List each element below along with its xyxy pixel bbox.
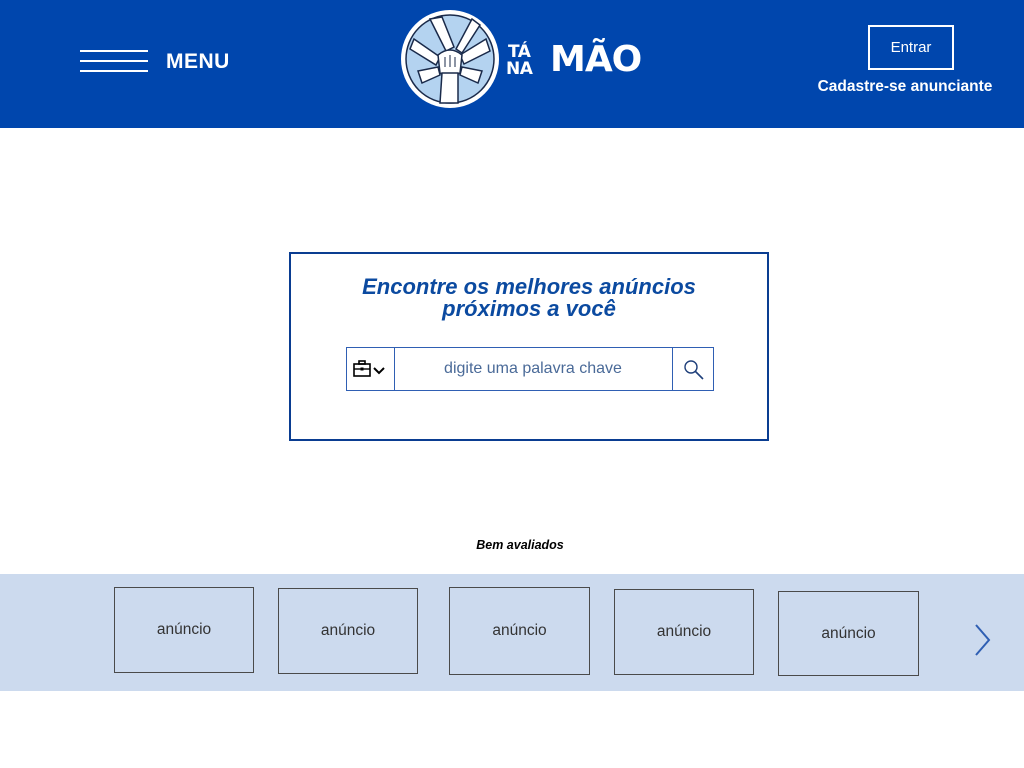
chevron-right-icon[interactable]: [972, 622, 994, 658]
hamburger-icon: [80, 50, 148, 72]
search-button[interactable]: [672, 348, 714, 390]
hands-together-icon: [401, 10, 499, 108]
search-input[interactable]: [395, 348, 671, 390]
ad-card-4[interactable]: anúncio: [614, 589, 754, 675]
ad-card-1[interactable]: anúncio: [114, 587, 254, 673]
menu-label: MENU: [166, 50, 230, 73]
signup-advertiser-link[interactable]: Cadastre-se anunciante: [800, 78, 1010, 96]
site-header: MENU TÁ NA MÃO Entrar Cadastre-se anunci…: [0, 0, 1024, 128]
ad-card-3[interactable]: anúncio: [449, 587, 590, 675]
ad-card-5[interactable]: anúncio: [778, 591, 919, 676]
menu-button[interactable]: MENU: [80, 46, 240, 80]
site-logo[interactable]: TÁ NA MÃO: [400, 9, 660, 109]
featured-section-title: Bem avaliados: [476, 538, 564, 552]
search-icon: [684, 360, 704, 380]
search-card: Encontre os melhores anúncios próximos a…: [289, 252, 769, 441]
briefcase-icon: [353, 360, 385, 377]
search-heading-line2: próximos a você: [442, 296, 616, 321]
logo-text-mao: MÃO: [550, 39, 642, 80]
ad-card-2[interactable]: anúncio: [278, 588, 418, 674]
login-button[interactable]: Entrar: [868, 25, 954, 70]
category-dropdown[interactable]: [347, 348, 395, 390]
logo-text-na: NA: [506, 59, 533, 79]
search-bar: [346, 347, 714, 391]
search-heading: Encontre os melhores anúncios próximos a…: [291, 276, 767, 320]
search-heading-line1: Encontre os melhores anúncios: [362, 274, 696, 299]
